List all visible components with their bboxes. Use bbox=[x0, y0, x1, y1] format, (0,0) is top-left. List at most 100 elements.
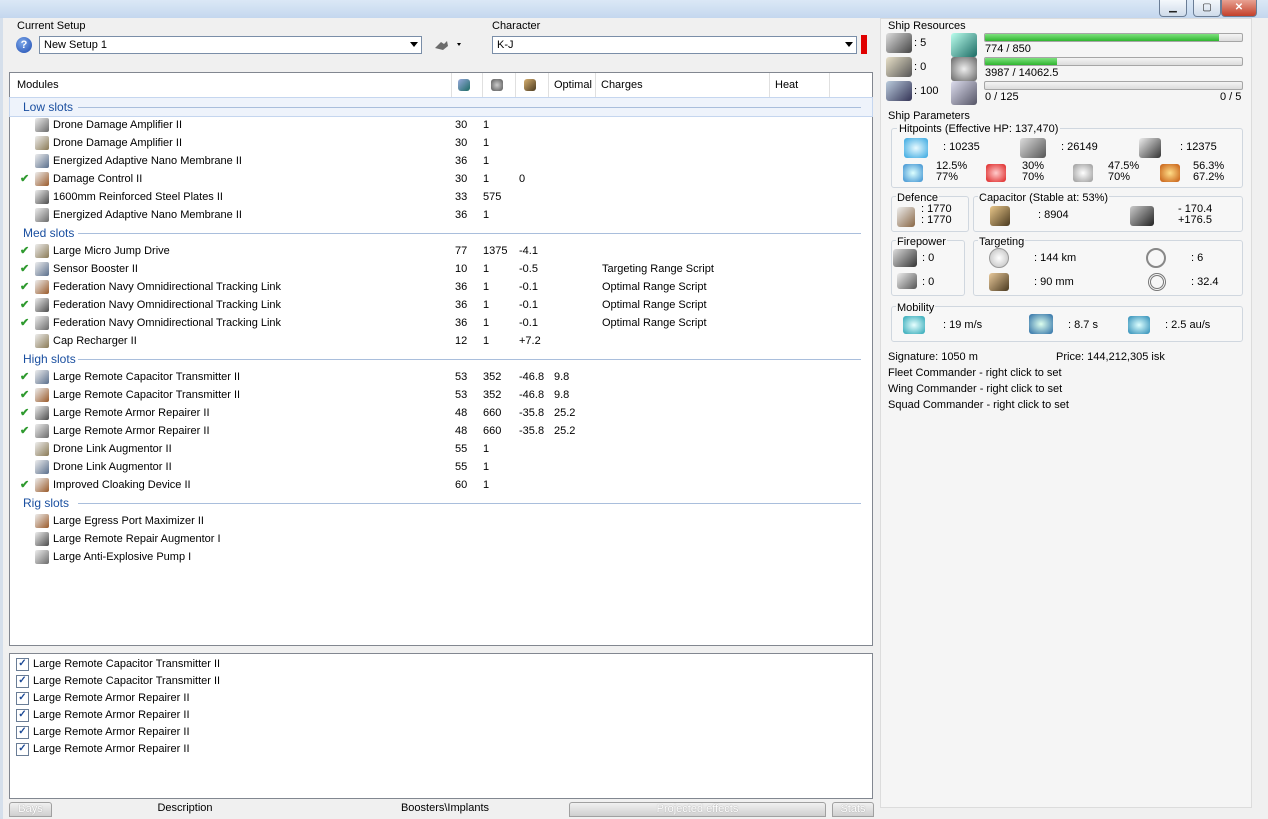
module-row[interactable]: ✔ Federation Navy Omnidirectional Trackin… bbox=[10, 296, 872, 314]
section-title: High slots bbox=[23, 352, 76, 366]
module-row[interactable]: Large Egress Port Maximizer II bbox=[10, 512, 872, 530]
section-divider bbox=[78, 359, 861, 360]
col-capacitor[interactable] bbox=[516, 73, 549, 97]
module-cpu: 12 bbox=[455, 335, 468, 347]
wing-commander-slot[interactable]: Wing Commander - right click to set bbox=[888, 383, 1062, 395]
projected-checkbox[interactable]: ✓ bbox=[16, 743, 29, 756]
module-cpu: 48 bbox=[455, 425, 468, 437]
module-cpu: 55 bbox=[455, 461, 468, 473]
module-icon bbox=[35, 316, 49, 330]
powergrid-value: 3987 / 14062.5 bbox=[985, 67, 1059, 79]
tab-boosters-implants[interactable]: Boosters\Implants bbox=[330, 802, 560, 815]
module-row[interactable]: ✔ Large Remote Capacitor Transmitter II 53… bbox=[10, 368, 872, 386]
tab-projected-effects[interactable]: Projected effects bbox=[569, 802, 826, 817]
module-row[interactable]: Drone Link Augmentor II 55 1 bbox=[10, 440, 872, 458]
explosive-resist-values: 56.3% 67.2% bbox=[1193, 161, 1224, 183]
module-row[interactable]: Cap Recharger II 12 1 +7.2 bbox=[10, 332, 872, 350]
firepower-value-a: : 0 bbox=[922, 252, 935, 264]
module-icon bbox=[35, 478, 49, 492]
module-row[interactable]: Energized Adaptive Nano Membrane II 36 1 bbox=[10, 206, 872, 224]
fleet-commander-slot[interactable]: Fleet Commander - right click to set bbox=[888, 367, 1062, 379]
max-targets-icon bbox=[1146, 248, 1166, 268]
scan-resolution-value: : 90 mm bbox=[1034, 276, 1074, 288]
maximize-button[interactable]: ▢ bbox=[1193, 0, 1221, 17]
close-button[interactable]: ✕ bbox=[1221, 0, 1257, 17]
module-row[interactable]: Drone Link Augmentor II 55 1 bbox=[10, 458, 872, 476]
module-row[interactable]: ✔ Large Micro Jump Drive 77 1375 -4.1 bbox=[10, 242, 872, 260]
module-row[interactable]: Drone Damage Amplifier II 30 1 bbox=[10, 134, 872, 152]
module-row[interactable]: Large Remote Repair Augmentor I bbox=[10, 530, 872, 548]
module-icon bbox=[35, 424, 49, 438]
projected-module-name: Large Remote Armor Repairer II bbox=[33, 692, 190, 704]
module-name: Damage Control II bbox=[53, 173, 143, 185]
projected-checkbox[interactable]: ✓ bbox=[16, 692, 29, 705]
module-icon bbox=[35, 208, 49, 222]
projected-row[interactable]: ✓ Large Remote Armor Repairer II bbox=[10, 707, 872, 724]
projected-module-name: Large Remote Armor Repairer II bbox=[33, 726, 190, 738]
module-name: Drone Damage Amplifier II bbox=[53, 119, 182, 131]
module-row[interactable]: ✔ Damage Control II 30 1 0 bbox=[10, 170, 872, 188]
module-powergrid: 352 bbox=[483, 389, 502, 401]
module-powergrid: 1 bbox=[483, 263, 490, 275]
character-select[interactable]: K-J bbox=[492, 36, 857, 54]
module-icon bbox=[35, 280, 49, 294]
module-row[interactable]: Energized Adaptive Nano Membrane II 36 1 bbox=[10, 152, 872, 170]
projected-row[interactable]: ✓ Large Remote Capacitor Transmitter II bbox=[10, 656, 872, 673]
projected-checkbox[interactable]: ✓ bbox=[16, 658, 29, 671]
module-row[interactable]: ✔ Improved Cloaking Device II 60 1 bbox=[10, 476, 872, 494]
modules-panel: Modules Optimal Charges Heat Low slots Dr… bbox=[9, 72, 873, 646]
cpu-value: 774 / 850 bbox=[985, 43, 1031, 55]
projected-checkbox[interactable]: ✓ bbox=[16, 726, 29, 739]
warp-speed-value: : 2.5 au/s bbox=[1165, 319, 1211, 331]
squad-commander-slot[interactable]: Squad Commander - right click to set bbox=[888, 399, 1069, 411]
explosive-resist-armor: 67.2% bbox=[1193, 171, 1225, 183]
thermal-resist-icon bbox=[986, 164, 1006, 182]
module-row[interactable]: ✔ Large Remote Armor Repairer II 48 660 -35.… bbox=[10, 422, 872, 440]
projected-row[interactable]: ✓ Large Remote Capacitor Transmitter II bbox=[10, 673, 872, 690]
projected-checkbox[interactable]: ✓ bbox=[16, 709, 29, 722]
projected-row[interactable]: ✓ Large Remote Armor Repairer II bbox=[10, 724, 872, 741]
setup-select[interactable]: New Setup 1 bbox=[39, 36, 422, 54]
col-cpu[interactable] bbox=[452, 73, 483, 97]
price-value: Price: 144,212,305 isk bbox=[1056, 351, 1165, 363]
projected-row[interactable]: ✓ Large Remote Armor Repairer II bbox=[10, 741, 872, 758]
chevron-down-icon bbox=[410, 42, 418, 47]
col-charges[interactable]: Charges bbox=[596, 73, 770, 97]
setup-options-button[interactable] bbox=[433, 38, 465, 52]
module-capacitor: -46.8 bbox=[519, 371, 545, 383]
module-capacitor: -0.1 bbox=[519, 317, 538, 329]
minimize-button[interactable]: ▁ bbox=[1159, 0, 1187, 17]
module-capacitor: -4.1 bbox=[519, 245, 538, 257]
tab-description[interactable]: Description bbox=[60, 802, 310, 815]
module-row[interactable]: ✔ Federation Navy Omnidirectional Trackin… bbox=[10, 314, 872, 332]
projected-checkbox[interactable]: ✓ bbox=[16, 675, 29, 688]
col-optimal[interactable]: Optimal bbox=[549, 73, 596, 97]
module-row[interactable]: Large Anti-Explosive Pump I bbox=[10, 548, 872, 566]
col-powergrid[interactable] bbox=[483, 73, 516, 97]
module-row[interactable]: 1600mm Reinforced Steel Plates II 33 575 bbox=[10, 188, 872, 206]
character-select-value: K-J bbox=[497, 39, 514, 51]
signature-value: Signature: 1050 m bbox=[888, 351, 978, 363]
capacitor-recharge-icon bbox=[1130, 206, 1154, 226]
module-name: Large Egress Port Maximizer II bbox=[53, 515, 204, 527]
setup-select-value: New Setup 1 bbox=[44, 39, 107, 51]
tab-stats[interactable]: Stats bbox=[832, 802, 874, 817]
capacitor-icon bbox=[524, 79, 536, 91]
module-name: Large Remote Capacitor Transmitter II bbox=[53, 389, 241, 401]
module-row[interactable]: Drone Damage Amplifier II 30 1 bbox=[10, 116, 872, 134]
active-check-icon: ✔ bbox=[20, 263, 30, 275]
tab-bays[interactable]: Bays bbox=[9, 802, 52, 817]
capacitor-amount-value: : 8904 bbox=[1038, 209, 1069, 221]
module-powergrid: 1 bbox=[483, 137, 490, 149]
module-row[interactable]: ✔ Large Remote Capacitor Transmitter II 53… bbox=[10, 386, 872, 404]
help-icon[interactable]: ? bbox=[16, 37, 32, 53]
projected-row[interactable]: ✓ Large Remote Armor Repairer II bbox=[10, 690, 872, 707]
module-row[interactable]: ✔ Large Remote Armor Repairer II 48 660 -35.… bbox=[10, 404, 872, 422]
close-icon: ✕ bbox=[1234, 2, 1244, 13]
module-row[interactable]: ✔ Sensor Booster II 10 1 -0.5 Targeting Range… bbox=[10, 260, 872, 278]
col-heat[interactable]: Heat bbox=[770, 73, 830, 97]
module-row[interactable]: ✔ Federation Navy Omnidirectional Trackin… bbox=[10, 278, 872, 296]
col-modules[interactable]: Modules bbox=[12, 73, 452, 97]
sensor-strength-icon bbox=[1148, 273, 1166, 291]
active-check-icon: ✔ bbox=[20, 317, 30, 329]
